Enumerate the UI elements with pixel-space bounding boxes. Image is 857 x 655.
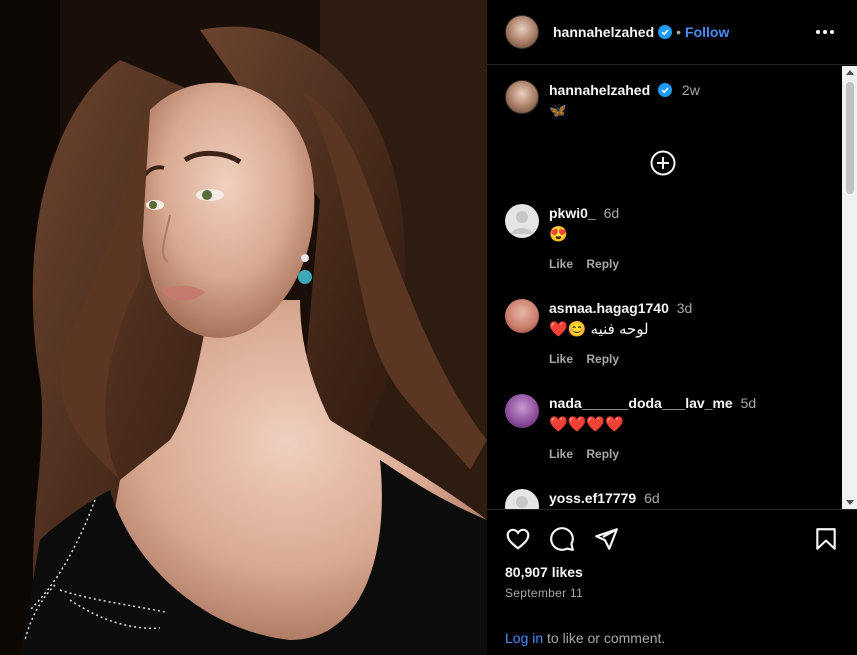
follow-button[interactable]: Follow <box>685 24 729 40</box>
commenter-username[interactable]: nada______doda___lav_me <box>549 395 733 411</box>
commenter-avatar[interactable] <box>505 489 539 509</box>
login-prompt: Log in to like or comment. <box>505 630 665 646</box>
comment-time: 6d <box>644 490 660 506</box>
post-caption: hannahelzahed 2w 🦋 <box>505 80 825 130</box>
post-footer: 80,907 likes September 11 Log in to like… <box>487 509 857 655</box>
comment-text: 😍 <box>549 226 568 243</box>
commenter-avatar[interactable] <box>505 394 539 428</box>
comment-header: nada______doda___lav_me 5d <box>549 395 756 411</box>
author-username[interactable]: hannahelzahed <box>553 24 654 40</box>
comment-header: yoss.ef17779 6d <box>549 490 660 506</box>
default-avatar-icon <box>516 496 528 508</box>
caption-time: 2w <box>681 82 700 98</box>
login-link[interactable]: Log in <box>505 630 543 646</box>
comment-actions: Like Reply <box>549 447 629 461</box>
more-options-icon[interactable] <box>815 22 835 42</box>
comment-like-button[interactable]: Like <box>549 352 573 366</box>
commenter-username[interactable]: asmaa.hagag1740 <box>549 300 669 316</box>
post-side-panel: hannahelzahed • Follow hannahelzahed 2w … <box>487 0 857 655</box>
comment-time: 6d <box>603 205 620 221</box>
scroll-down-arrow-icon[interactable] <box>846 500 854 505</box>
comment-text: ❤️❤️❤️❤️ <box>549 416 624 433</box>
comment-header: asmaa.hagag1740 3d <box>549 300 692 316</box>
default-avatar-icon <box>511 211 533 234</box>
commenter-avatar[interactable] <box>505 299 539 333</box>
scrollbar-thumb[interactable] <box>846 82 854 194</box>
commenter-avatar[interactable] <box>505 204 539 238</box>
comment-text: لوحه فنيه 😊❤️ <box>549 321 649 338</box>
caption-avatar[interactable] <box>505 80 539 114</box>
verified-badge-icon <box>658 25 673 39</box>
commenter-username[interactable]: yoss.ef17779 <box>549 490 636 506</box>
comment-reply-button[interactable]: Reply <box>586 352 619 366</box>
plus-circle-icon[interactable] <box>650 150 676 176</box>
heart-icon[interactable] <box>505 526 531 552</box>
comment-header: pkwi0_ 6d <box>549 205 619 221</box>
comments-scroll-area[interactable]: hannahelzahed 2w 🦋 pkwi0_ 6d 😍 Like Repl… <box>487 66 842 509</box>
author-avatar[interactable] <box>505 15 539 49</box>
separator-dot: • <box>676 24 682 40</box>
comment-like-button[interactable]: Like <box>549 447 573 461</box>
comments-scrollbar[interactable] <box>842 66 857 509</box>
bookmark-icon[interactable] <box>813 526 839 552</box>
post-header: hannahelzahed • Follow <box>487 0 857 65</box>
caption-author: hannahelzahed 2w <box>549 82 700 98</box>
caption-username[interactable]: hannahelzahed <box>549 82 650 98</box>
verified-badge-icon <box>658 83 673 97</box>
comment-time: 3d <box>676 300 693 316</box>
comment-icon[interactable] <box>549 526 575 552</box>
portrait-illustration <box>0 0 487 655</box>
post-image[interactable] <box>0 0 487 655</box>
caption-text: 🦋 <box>549 102 567 118</box>
comment-reply-button[interactable]: Reply <box>586 257 619 271</box>
comment-like-button[interactable]: Like <box>549 257 573 271</box>
likes-count[interactable]: 80,907 likes <box>505 564 583 580</box>
login-prompt-text: to like or comment. <box>543 630 666 646</box>
comment-reply-button[interactable]: Reply <box>586 447 619 461</box>
comment-time: 5d <box>740 395 757 411</box>
scroll-up-arrow-icon[interactable] <box>846 70 854 75</box>
commenter-username[interactable]: pkwi0_ <box>549 205 596 221</box>
comment-actions: Like Reply <box>549 352 629 366</box>
share-icon[interactable] <box>593 526 619 552</box>
post-date: September 11 <box>505 586 584 600</box>
comment-actions: Like Reply <box>549 257 629 271</box>
